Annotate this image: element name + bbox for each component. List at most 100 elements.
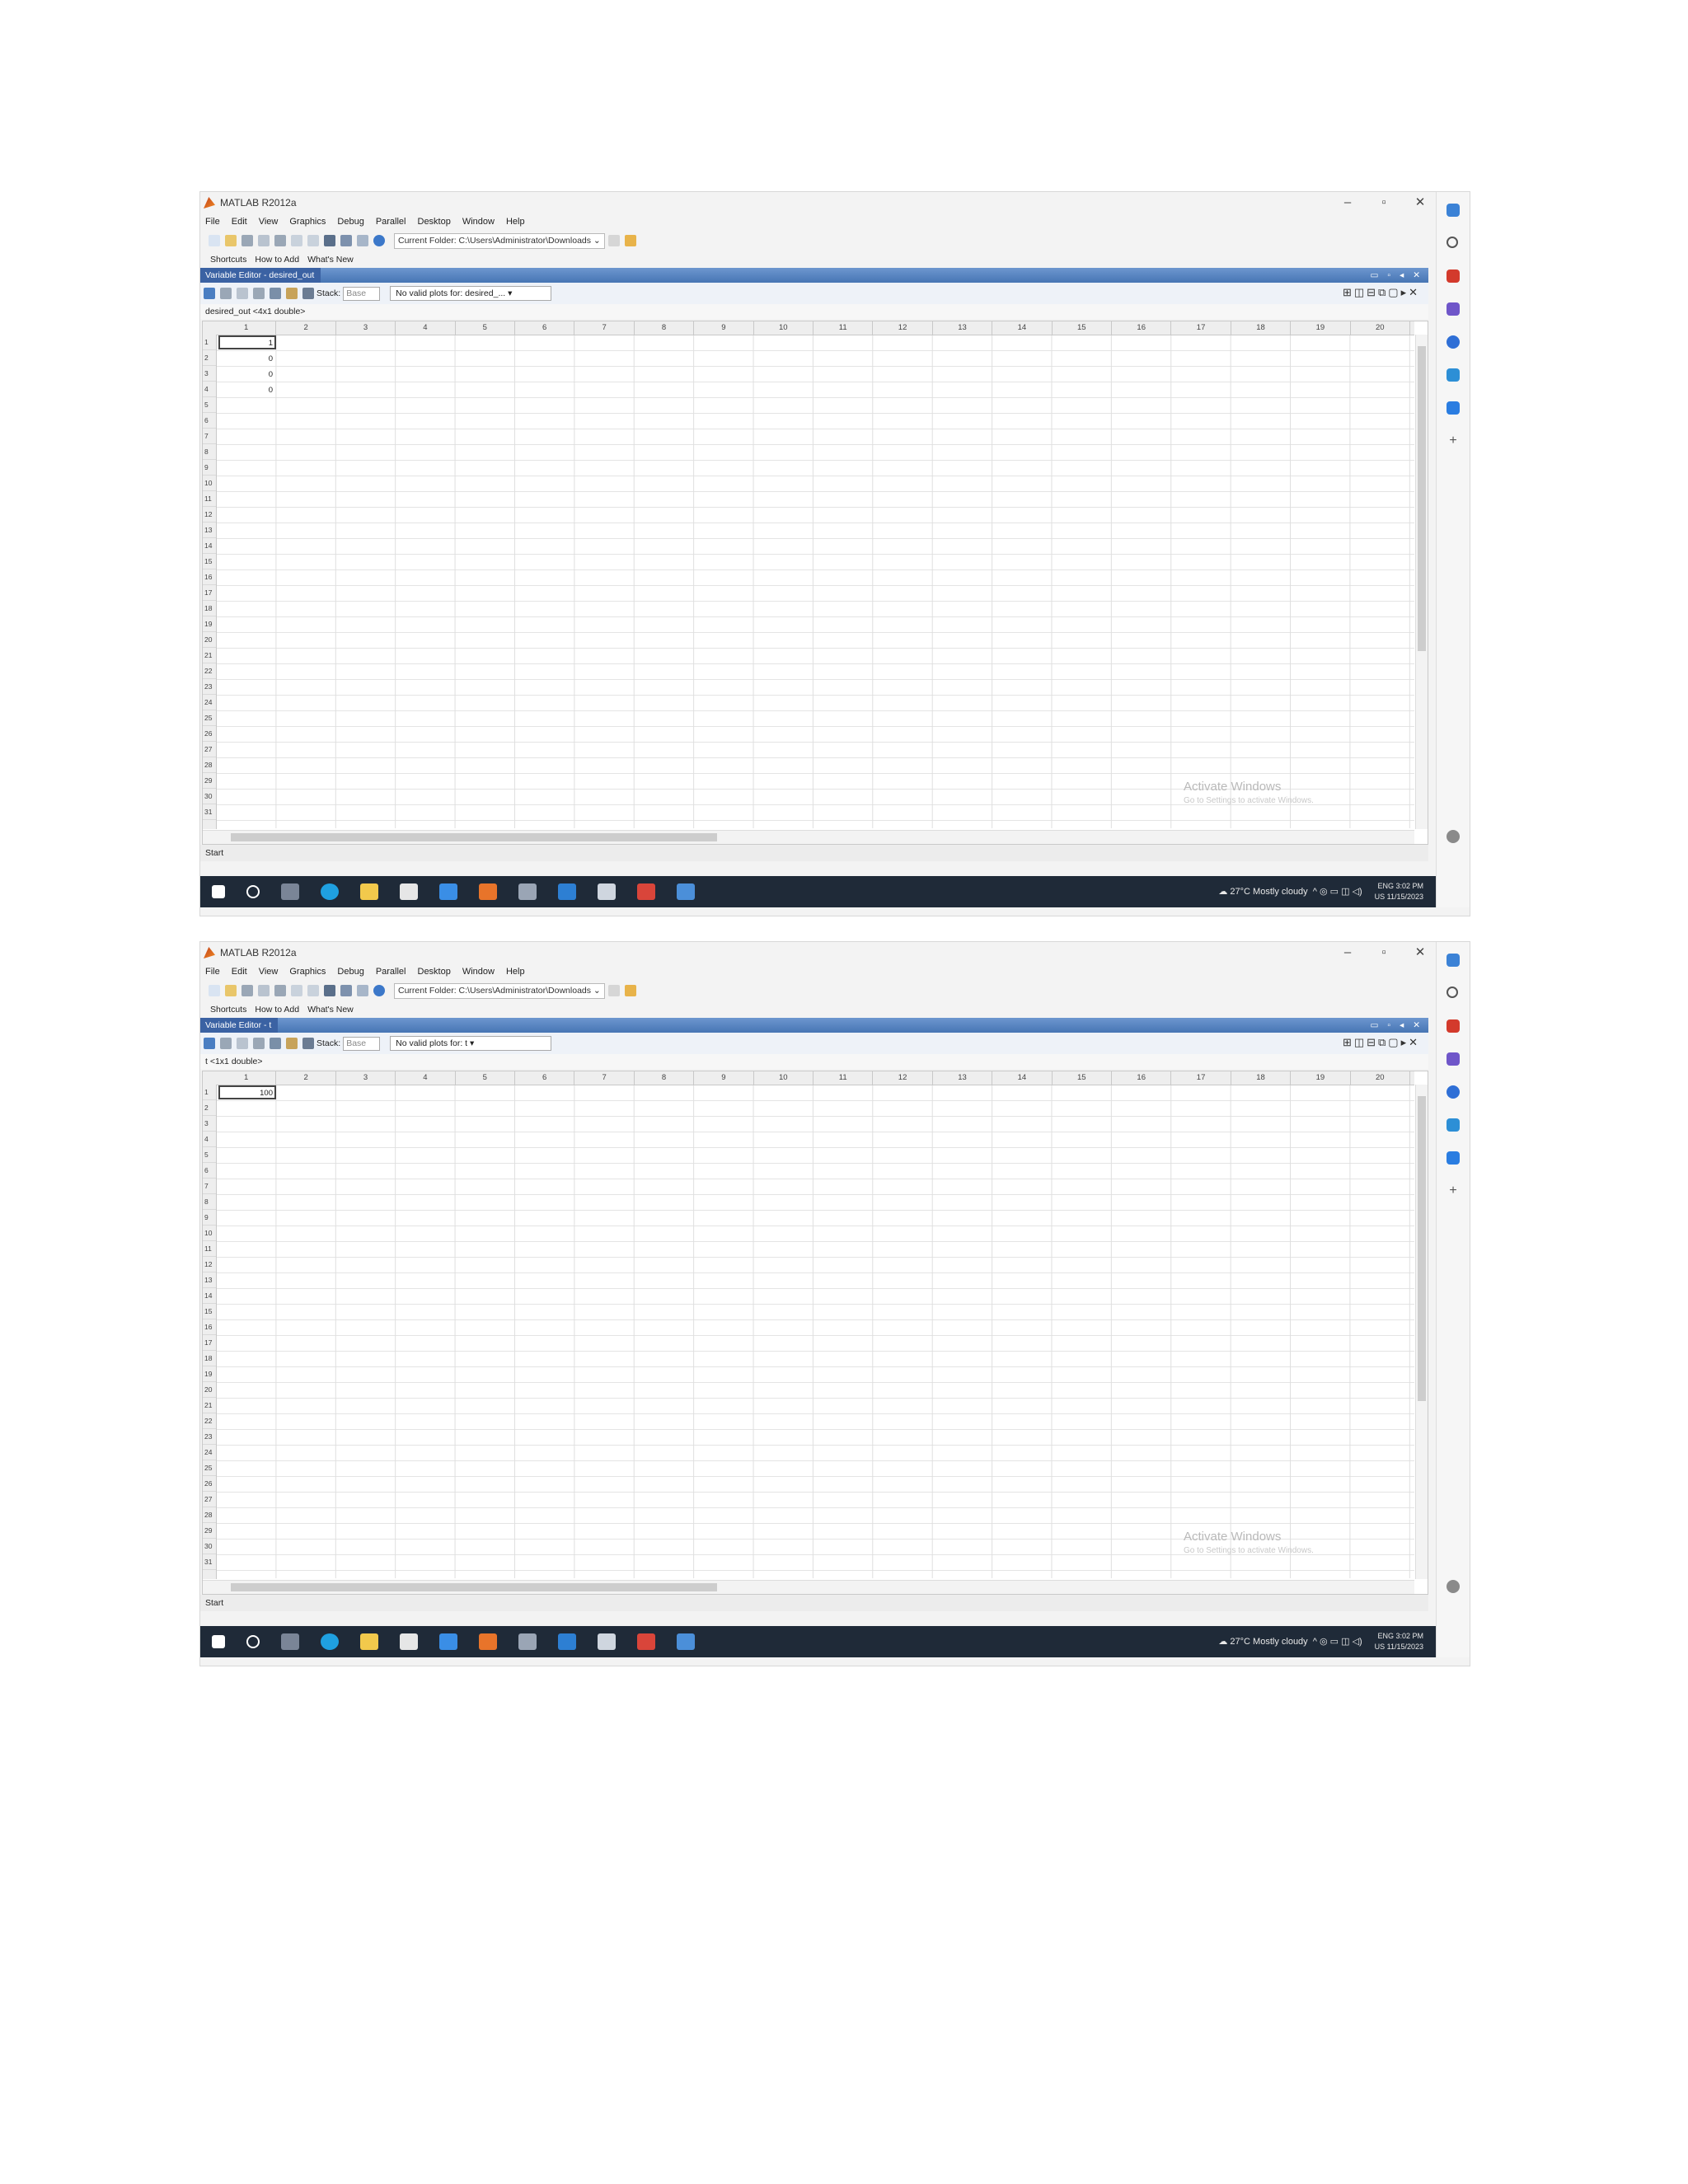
menu-edit[interactable]: Edit [232,217,247,227]
row-header[interactable]: 12 [203,507,216,523]
cell-value[interactable]: 0 [217,367,276,382]
row-header[interactable]: 1 [203,1085,216,1100]
column-header[interactable]: 8 [635,321,695,335]
row-header[interactable]: 22 [203,663,216,679]
menu-edit[interactable]: Edit [232,967,247,977]
guide-icon[interactable] [340,235,352,246]
start-button[interactable]: Start [205,1598,223,1608]
clock[interactable]: ENG 3:02 PM US 11/15/2023 [1375,881,1423,902]
row-header[interactable]: 14 [203,1288,216,1304]
column-header[interactable]: 9 [694,321,754,335]
selected-cell[interactable] [218,335,276,349]
row-header[interactable]: 9 [203,460,216,476]
layout-controls-icon[interactable]: ⊞◫⊟⧉▢▸✕ [1343,286,1420,299]
row-header[interactable]: 27 [203,742,216,757]
profiler-icon[interactable] [357,985,368,996]
row-header[interactable]: 31 [203,1554,216,1570]
column-header[interactable]: 5 [456,1071,515,1085]
column-header[interactable]: 14 [992,1071,1053,1085]
outlook-icon[interactable] [1447,1118,1460,1132]
new-file-icon[interactable] [209,235,220,246]
stack-select[interactable]: Base [343,1036,381,1051]
weather-text[interactable]: 27°C Mostly cloudy [1230,1637,1307,1647]
row-header[interactable]: 1 [203,335,216,350]
cut-icon[interactable] [220,288,232,299]
menu-desktop[interactable]: Desktop [418,217,451,227]
grid-cells[interactable] [217,1085,1414,1578]
menu-file[interactable]: File [205,967,220,977]
search-icon[interactable] [246,885,260,898]
horizontal-scrollbar[interactable] [203,1580,1414,1594]
paste-icon[interactable] [274,235,286,246]
column-header[interactable]: 9 [694,1071,754,1085]
row-header[interactable]: 20 [203,632,216,648]
row-header[interactable]: 14 [203,538,216,554]
current-folder-field[interactable]: Current Folder: C:\Users\Administrator\D… [394,982,605,999]
paste-icon[interactable] [274,985,286,996]
settings-icon[interactable] [1447,830,1460,843]
app-icon[interactable] [637,883,655,900]
row-header[interactable]: 25 [203,710,216,726]
scroll-thumb[interactable] [231,833,717,841]
row-header[interactable]: 30 [203,1539,216,1554]
weather-text[interactable]: 27°C Mostly cloudy [1230,887,1307,897]
row-header[interactable]: 8 [203,444,216,460]
minimize-button[interactable]: – [1329,942,1366,963]
column-header[interactable]: 4 [396,1071,456,1085]
file-explorer-icon[interactable] [360,883,378,900]
undo-icon[interactable] [291,235,302,246]
print-icon[interactable] [270,1038,281,1049]
open-folder-icon[interactable] [225,985,237,996]
store-icon[interactable] [400,1633,418,1650]
row-header[interactable]: 9 [203,1210,216,1226]
app-icon[interactable] [558,1633,576,1650]
column-header[interactable]: 3 [336,1071,396,1085]
row-header[interactable]: 10 [203,1226,216,1241]
panel-controls-icon[interactable]: ▭ ▫ ◂ ✕ [1371,1018,1423,1033]
scroll-thumb[interactable] [231,1583,717,1591]
redo-icon[interactable] [307,985,319,996]
cut-icon[interactable] [220,1038,232,1049]
row-header[interactable]: 7 [203,1179,216,1194]
settings-icon[interactable] [1447,1580,1460,1593]
help-icon[interactable] [373,235,385,246]
outlook-icon[interactable] [1447,368,1460,382]
windows-start-icon[interactable] [212,885,225,898]
column-header[interactable]: 4 [396,321,456,335]
go-up-folder-icon[interactable] [624,235,636,246]
menu-graphics[interactable]: Graphics [289,217,326,227]
column-header[interactable]: 12 [873,321,933,335]
column-header[interactable]: 1 [217,1071,277,1085]
menu-window[interactable]: Window [462,967,495,977]
whats-new-link[interactable]: What's New [307,255,354,265]
row-header[interactable]: 13 [203,523,216,538]
menu-graphics[interactable]: Graphics [289,967,326,977]
copy-icon[interactable] [237,288,248,299]
row-header[interactable]: 23 [203,679,216,695]
row-header[interactable]: 15 [203,554,216,569]
row-header[interactable]: 24 [203,1445,216,1460]
maximize-button[interactable]: ▫ [1366,192,1402,213]
selected-cell[interactable] [218,1085,276,1099]
vertical-scrollbar[interactable] [1415,335,1428,829]
column-header[interactable]: 10 [754,1071,814,1085]
column-header[interactable]: 15 [1053,321,1112,335]
menu-help[interactable]: Help [506,967,525,977]
column-header[interactable]: 2 [276,321,336,335]
row-header[interactable]: 21 [203,648,216,663]
column-header[interactable]: 6 [515,321,575,335]
row-header[interactable]: 16 [203,569,216,585]
column-header[interactable]: 20 [1351,321,1410,335]
add-icon[interactable]: + [1447,1184,1460,1197]
windows-start-icon[interactable] [212,1635,225,1648]
grid-cells[interactable] [217,335,1414,828]
row-header[interactable]: 6 [203,413,216,429]
layout-controls-icon[interactable]: ⊞◫⊟⧉▢▸✕ [1343,1036,1420,1049]
column-header[interactable]: 19 [1291,321,1351,335]
tools-icon[interactable] [1447,1052,1460,1066]
row-header[interactable]: 18 [203,601,216,616]
row-header[interactable]: 21 [203,1398,216,1413]
matlab-taskbar-icon[interactable] [479,1633,497,1650]
file-explorer-icon[interactable] [360,1633,378,1650]
current-folder-field[interactable]: Current Folder: C:\Users\Administrator\D… [394,232,605,249]
